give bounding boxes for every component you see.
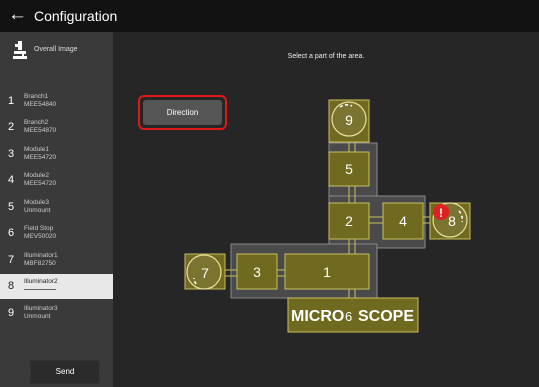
part-1-label: 1 [323,264,331,280]
part-7-label: 7 [201,265,209,281]
part-2-label: 2 [345,213,353,229]
alert-mark: ! [439,206,443,220]
part-9-label: 9 [345,112,353,128]
part-5-label: 5 [345,161,353,177]
alert-icon: ! [433,204,449,220]
part-8-label: 8 [448,213,456,229]
microscope-configuration-map: 9 5 2 4 3 1 7 8 MICRO 6 SCOPE ! [184,99,471,333]
part-4-label: 4 [399,213,407,229]
part-6-label: 6 [345,309,352,324]
microscope-word-left: MICRO [291,308,344,325]
part-3-label: 3 [253,264,261,280]
microscope-word-right: SCOPE [358,308,414,325]
